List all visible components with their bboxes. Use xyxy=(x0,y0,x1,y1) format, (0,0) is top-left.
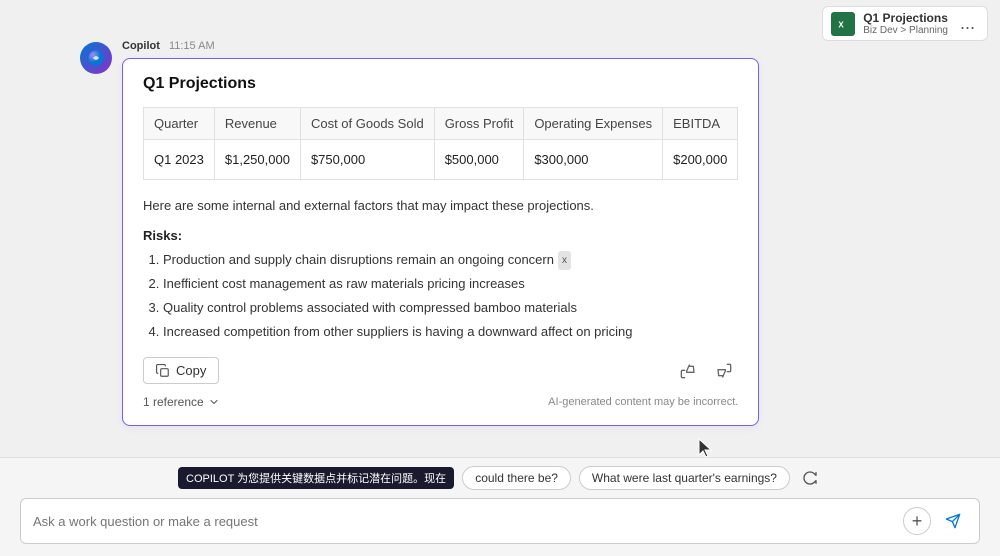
col-ebitda: EBITDA xyxy=(663,108,738,140)
message-time: 11:15 AM xyxy=(169,40,215,52)
table-cell: $750,000 xyxy=(300,140,434,180)
table-cell: $200,000 xyxy=(663,140,738,180)
chat-area: Copilot 11:15 AM Q1 Projections Quarter … xyxy=(0,30,1000,466)
table-cell: $500,000 xyxy=(434,140,524,180)
refresh-button[interactable] xyxy=(798,466,822,490)
table-header-row: Quarter Revenue Cost of Goods Sold Gross… xyxy=(144,108,738,140)
table-cell: $1,250,000 xyxy=(214,140,300,180)
card-footer: Copy xyxy=(143,357,738,385)
col-operating-expenses: Operating Expenses xyxy=(524,108,663,140)
risks-label: Risks: xyxy=(143,228,738,243)
input-row: + xyxy=(20,498,980,544)
suggestion-chip-2[interactable]: What were last quarter's earnings? xyxy=(579,466,790,490)
reference-link[interactable]: 1 reference xyxy=(143,395,220,409)
copilot-message: Copilot 11:15 AM Q1 Projections Quarter … xyxy=(80,40,920,426)
sender-name: Copilot xyxy=(122,40,160,52)
reference-text: 1 reference xyxy=(143,395,204,409)
risk-badge: x xyxy=(558,251,571,270)
suggestion-chip-1[interactable]: could there be? xyxy=(462,466,571,490)
risk-item: Quality control problems associated with… xyxy=(163,297,738,319)
col-revenue: Revenue xyxy=(214,108,300,140)
col-gross-profit: Gross Profit xyxy=(434,108,524,140)
col-quarter: Quarter xyxy=(144,108,215,140)
feedback-icons xyxy=(674,357,738,385)
add-attachment-button[interactable]: + xyxy=(903,507,931,535)
file-title: Q1 Projections xyxy=(863,11,948,25)
reference-row: 1 reference AI-generated content may be … xyxy=(143,395,738,409)
copy-icon xyxy=(156,364,170,378)
chat-input[interactable] xyxy=(33,514,895,529)
col-cogs: Cost of Goods Sold xyxy=(300,108,434,140)
copilot-badge: COPILOT 为您提供关键数据点并标记潜在问题。现在 xyxy=(178,467,454,489)
risk-item: Production and supply chain disruptions … xyxy=(163,249,738,271)
send-button[interactable] xyxy=(939,507,967,535)
risk-item: Increased competition from other supplie… xyxy=(163,321,738,343)
thumbs-down-button[interactable] xyxy=(710,357,738,385)
suggestion-bar: COPILOT 为您提供关键数据点并标记潜在问题。现在 could there … xyxy=(20,466,980,490)
copy-button[interactable]: Copy xyxy=(143,357,219,384)
risks-list: Production and supply chain disruptions … xyxy=(143,249,738,343)
card-title: Q1 Projections xyxy=(143,75,738,93)
message-header: Copilot 11:15 AM xyxy=(122,40,759,52)
body-text: Here are some internal and external fact… xyxy=(143,196,738,216)
risk-item: Inefficient cost management as raw mater… xyxy=(163,273,738,295)
projections-table: Quarter Revenue Cost of Goods Sold Gross… xyxy=(143,107,738,180)
table-cell: Q1 2023 xyxy=(144,140,215,180)
table-cell: $300,000 xyxy=(524,140,663,180)
ai-note: AI-generated content may be incorrect. xyxy=(548,396,738,408)
bottom-area: COPILOT 为您提供关键数据点并标记潜在问题。现在 could there … xyxy=(0,457,1000,556)
response-card: Q1 Projections Quarter Revenue Cost of G… xyxy=(122,58,759,426)
table-row: Q1 2023$1,250,000$750,000$500,000$300,00… xyxy=(144,140,738,180)
copy-label: Copy xyxy=(176,363,206,378)
copilot-avatar xyxy=(80,42,112,74)
svg-text:X: X xyxy=(839,20,845,29)
chevron-down-icon xyxy=(208,396,220,408)
message-content: Copilot 11:15 AM Q1 Projections Quarter … xyxy=(122,40,759,426)
thumbs-up-button[interactable] xyxy=(674,357,702,385)
